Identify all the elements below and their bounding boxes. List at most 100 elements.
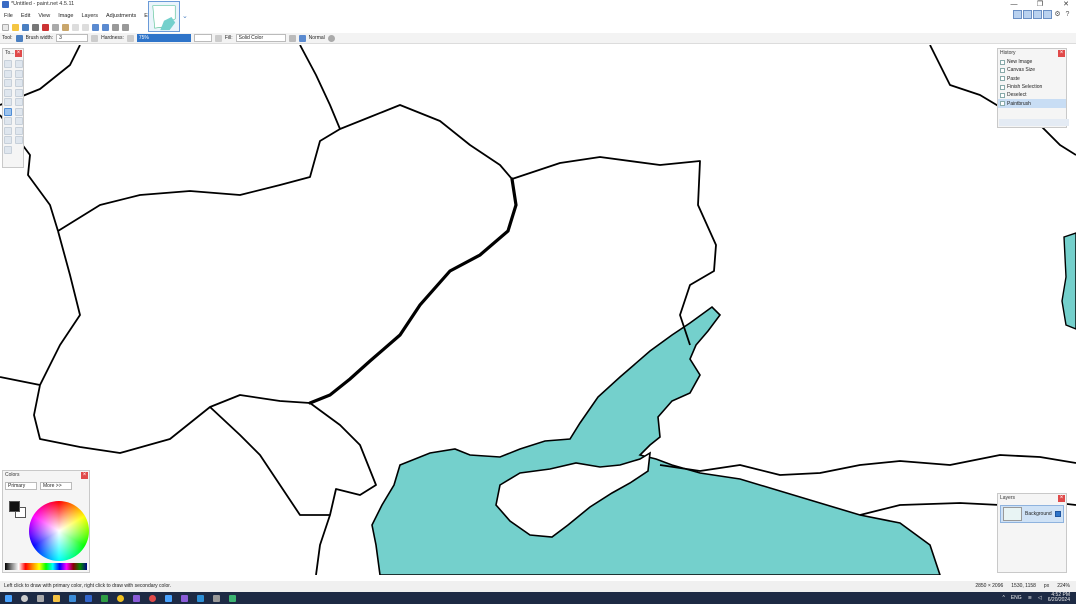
history-toggle-icon[interactable] xyxy=(1023,10,1032,19)
image-canvas[interactable] xyxy=(0,45,1076,575)
app-icon[interactable] xyxy=(133,594,140,602)
undo-icon[interactable] xyxy=(92,23,99,31)
clone-stamp-tool-icon[interactable] xyxy=(4,126,12,135)
brush-width-input[interactable]: 3 xyxy=(56,34,89,42)
move-selection-tool-icon[interactable] xyxy=(14,60,23,68)
magic-wand-tool-icon[interactable] xyxy=(4,88,12,97)
windows-start-icon[interactable] xyxy=(5,594,12,602)
menu-layers[interactable]: Layers xyxy=(77,11,102,21)
move-selected-tool-icon[interactable] xyxy=(14,69,23,78)
menu-edit[interactable]: Edit xyxy=(17,11,34,21)
colors-toggle-icon[interactable] xyxy=(1043,10,1052,19)
settings-icon[interactable] xyxy=(213,594,220,602)
history-item[interactable]: Canvas Size xyxy=(998,66,1066,74)
paste-icon[interactable] xyxy=(62,23,69,31)
history-undo-redo-bar[interactable] xyxy=(999,119,1069,126)
hardness-spinner-icon[interactable] xyxy=(126,34,134,42)
tools-toggle-icon[interactable] xyxy=(1013,10,1022,19)
gear-icon[interactable]: ⚙ xyxy=(1053,10,1062,19)
word-icon[interactable] xyxy=(85,594,92,602)
grid-icon[interactable] xyxy=(112,23,119,31)
antialias-icon[interactable] xyxy=(91,34,99,42)
layer-row[interactable]: Background xyxy=(1000,505,1064,523)
lasso-select-tool-icon[interactable] xyxy=(4,69,12,78)
cut-icon[interactable] xyxy=(42,23,49,31)
close-button[interactable]: ✕ xyxy=(1060,0,1072,10)
search-icon[interactable] xyxy=(21,594,28,602)
line-tool-icon[interactable] xyxy=(14,136,23,144)
history-item[interactable]: New Image xyxy=(998,58,1066,66)
task-view-icon[interactable] xyxy=(37,594,44,602)
hardness-slider-track[interactable] xyxy=(193,34,212,42)
wifi-icon[interactable]: ≋ xyxy=(1028,595,1032,601)
shapes-tool-icon[interactable] xyxy=(4,145,12,154)
fill-dropdown[interactable]: Solid Color xyxy=(235,34,286,42)
history-item[interactable]: Deselect xyxy=(998,91,1066,99)
tray-chevron-icon[interactable]: ^ xyxy=(1002,595,1004,601)
color-wheel[interactable] xyxy=(29,501,89,561)
help-icon[interactable]: ? xyxy=(1063,10,1072,19)
pencil-tool-icon[interactable] xyxy=(4,117,12,125)
maximize-button[interactable]: ❐ xyxy=(1034,0,1046,10)
rectangle-select-tool-icon[interactable] xyxy=(4,60,12,68)
zoom-tool-icon[interactable] xyxy=(14,79,23,87)
close-icon[interactable]: × xyxy=(81,472,88,479)
excel-icon[interactable] xyxy=(101,594,108,602)
blend-mode-icon[interactable] xyxy=(288,34,296,42)
menu-image[interactable]: Image xyxy=(54,11,77,21)
ellipse-select-tool-icon[interactable] xyxy=(4,79,12,87)
ruler-icon[interactable] xyxy=(122,23,129,31)
paintbrush-tool-icon[interactable] xyxy=(4,107,12,116)
hardness-slider[interactable]: 75% xyxy=(136,34,191,42)
recolor-tool-icon[interactable] xyxy=(14,126,23,135)
color-picker-tool-icon[interactable] xyxy=(14,117,23,125)
layer-visibility-checkbox[interactable] xyxy=(1055,511,1061,517)
primary-color-swatch[interactable] xyxy=(9,501,20,512)
app-icon[interactable] xyxy=(229,594,236,602)
eraser-tool-icon[interactable] xyxy=(14,107,23,116)
layers-toggle-icon[interactable] xyxy=(1033,10,1042,19)
history-item[interactable]: Paste xyxy=(998,75,1066,83)
selection-mode-icon[interactable] xyxy=(327,34,335,42)
menu-view[interactable]: View xyxy=(34,11,54,21)
close-icon[interactable]: × xyxy=(1058,50,1065,57)
chrome-icon[interactable] xyxy=(117,594,124,602)
color-palette[interactable] xyxy=(5,563,87,570)
save-icon[interactable] xyxy=(22,23,29,31)
history-item[interactable]: Paintbrush xyxy=(998,99,1066,108)
map-drawing[interactable] xyxy=(0,45,1076,575)
alpha-blend-icon[interactable] xyxy=(298,34,306,42)
edge-icon[interactable] xyxy=(69,594,76,602)
new-file-icon[interactable] xyxy=(2,23,9,31)
more-colors-button[interactable]: More >> xyxy=(40,482,72,490)
volume-icon[interactable]: ◁ xyxy=(1038,595,1042,601)
pan-tool-icon[interactable] xyxy=(14,88,23,97)
file-explorer-icon[interactable] xyxy=(53,594,60,602)
redo-icon[interactable] xyxy=(102,23,109,31)
clock[interactable]: 4:52 PM 6/20/2024 xyxy=(1048,593,1070,603)
menu-file[interactable]: File xyxy=(0,11,17,21)
blend-mode-dropdown[interactable]: Normal xyxy=(309,35,325,41)
history-item[interactable]: Finish Selection xyxy=(998,83,1066,91)
unit-dropdown[interactable]: px xyxy=(1044,581,1049,592)
close-icon[interactable]: × xyxy=(1058,495,1065,502)
text-tool-icon[interactable] xyxy=(4,136,12,144)
paint-bucket-tool-icon[interactable] xyxy=(4,98,12,106)
open-folder-icon[interactable] xyxy=(12,23,19,31)
hardness-reset-icon[interactable] xyxy=(214,34,222,42)
opera-icon[interactable] xyxy=(149,594,156,602)
print-icon[interactable] xyxy=(32,23,39,31)
color-mode-dropdown[interactable]: Primary xyxy=(5,482,37,490)
deselect-icon[interactable] xyxy=(82,23,89,31)
zoom-level[interactable]: 224% xyxy=(1057,581,1070,592)
gradient-tool-icon[interactable] xyxy=(14,98,23,106)
vscode-icon[interactable] xyxy=(197,594,204,602)
language-indicator[interactable]: ENG xyxy=(1011,595,1022,601)
visual-studio-icon[interactable] xyxy=(181,594,188,602)
close-icon[interactable]: × xyxy=(15,50,22,57)
menu-adjustments[interactable]: Adjustments xyxy=(102,11,140,21)
crop-icon[interactable] xyxy=(72,23,79,31)
copy-icon[interactable] xyxy=(52,23,59,31)
paintbrush-tool-icon[interactable] xyxy=(15,34,23,42)
paintnet-taskbar-icon[interactable] xyxy=(165,594,172,602)
